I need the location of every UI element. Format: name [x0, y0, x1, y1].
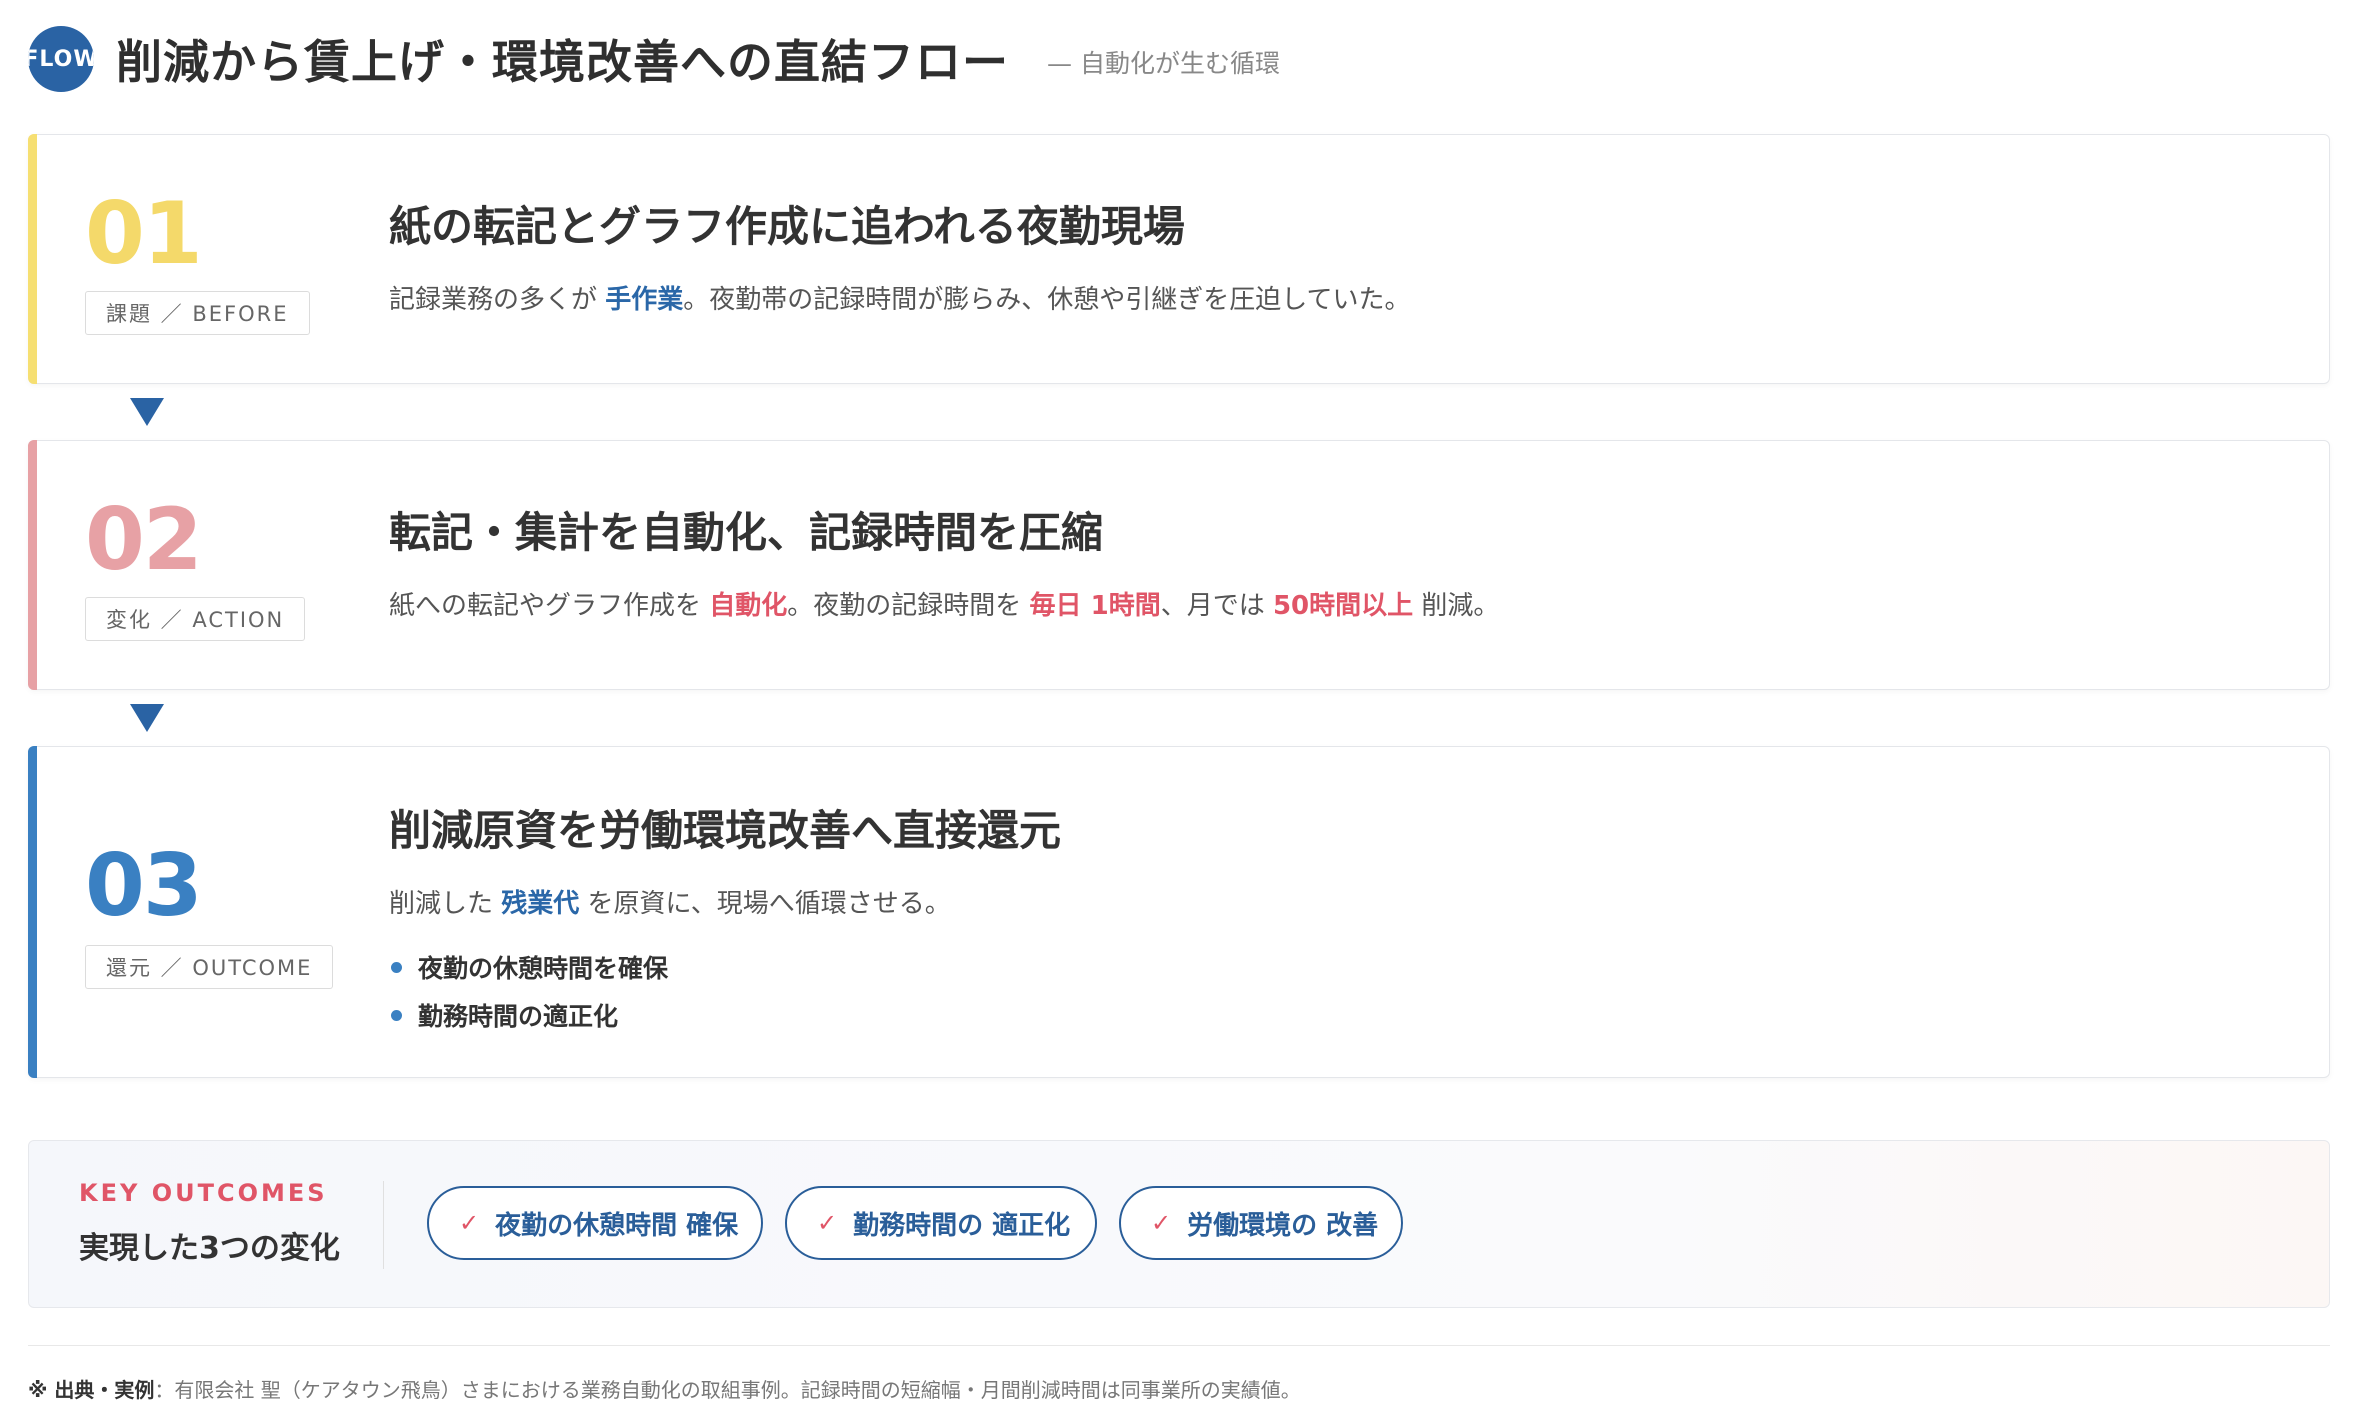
outcome-pill-environment: ✓ 労働環境の 改善	[1119, 1186, 1403, 1260]
bullet-dot-icon	[391, 961, 402, 973]
pill-label: 労働環境の 改善	[1187, 1210, 1379, 1241]
flow-logo: FLOW	[28, 26, 94, 92]
step-card-outcome: 03 還元 ／ OUTCOME 削減原資を労働環境改善へ直接還元 削減した 残業…	[28, 746, 2330, 1078]
footer-divider	[28, 1345, 2330, 1346]
desc-text: 。夜勤帯の記録時間が膨らみ、休憩や引継ぎを圧迫していた。	[683, 285, 1411, 315]
desc-highlight: 残業代	[501, 889, 580, 919]
check-icon: ✓	[817, 1209, 838, 1237]
step-tag: 課題 ／ BEFORE	[85, 291, 310, 335]
outcome-pill-work-hours: ✓ 勤務時間の 適正化	[785, 1186, 1097, 1260]
step-title: 削減原資を労働環境改善へ直接還元	[389, 806, 1062, 855]
source-footnote: ※ 出典・実例：有限会社 聖（ケアタウン飛鳥）さまにおける業務自動化の取組事例。…	[28, 1374, 1301, 1403]
check-icon: ✓	[459, 1209, 480, 1237]
step-title: 紙の転記とグラフ作成に追われる夜勤現場	[389, 202, 1185, 251]
page-subtitle: — 自動化が生む循環	[1047, 49, 1280, 78]
step-title: 転記・集計を自動化、記録時間を圧縮	[389, 508, 1104, 557]
desc-highlight: 毎日 1時間	[1029, 591, 1161, 621]
step-number: 01	[85, 184, 203, 284]
down-arrow-icon	[130, 398, 164, 426]
desc-text: 削減した	[389, 889, 502, 919]
step-description: 削減した 残業代 を原資に、現場へ循環させる。	[389, 883, 951, 920]
footnote-text: ：有限会社 聖（ケアタウン飛鳥）さまにおける業務自動化の取組事例。記録時間の短縮…	[154, 1378, 1301, 1402]
page-header: FLOW 削減から賃上げ・環境改善への直結フロー — 自動化が生む循環	[28, 26, 1280, 92]
desc-text: 紙への転記やグラフ作成を	[389, 591, 710, 621]
step-description: 紙への転記やグラフ作成を 自動化。夜勤の記録時間を 毎日 1時間、月では 50時…	[389, 585, 1499, 622]
list-item: 勤務時間の適正化	[391, 991, 668, 1039]
list-item-text: 勤務時間の適正化	[418, 1002, 619, 1031]
key-outcomes-label: KEY OUTCOMES	[79, 1179, 328, 1207]
list-item-text: 夜勤の休憩時間を確保	[418, 954, 669, 983]
step-tag: 還元 ／ OUTCOME	[85, 945, 334, 989]
step-description: 記録業務の多くが 手作業。夜勤帯の記録時間が膨らみ、休憩や引継ぎを圧迫していた。	[389, 279, 1411, 316]
step-tag: 変化 ／ ACTION	[85, 597, 306, 641]
desc-highlight: 50時間以上	[1272, 591, 1414, 621]
step-accent-bar	[28, 746, 37, 1078]
outcome-bullet-list: 夜勤の休憩時間を確保 勤務時間の適正化	[391, 943, 668, 1039]
desc-text: 。夜勤の記録時間を	[787, 591, 1030, 621]
desc-text: 記録業務の多くが	[389, 285, 606, 315]
key-outcomes-title: 実現した3つの変化	[79, 1231, 340, 1266]
down-arrow-icon	[130, 704, 164, 732]
page-title: 削減から賃上げ・環境改善への直結フロー	[116, 35, 1009, 89]
outcome-pill-break-time: ✓ 夜勤の休憩時間 確保	[427, 1186, 763, 1260]
step-card-action: 02 変化 ／ ACTION 転記・集計を自動化、記録時間を圧縮 紙への転記やグ…	[28, 440, 2330, 690]
desc-text: を原資に、現場へ循環させる。	[579, 889, 951, 919]
list-item: 夜勤の休憩時間を確保	[391, 943, 668, 991]
step-card-before: 01 課題 ／ BEFORE 紙の転記とグラフ作成に追われる夜勤現場 記録業務の…	[28, 134, 2330, 384]
desc-highlight: 自動化	[709, 591, 788, 621]
step-accent-bar	[28, 440, 37, 690]
logo-text: FLOW	[28, 46, 94, 72]
bullet-dot-icon	[391, 1009, 402, 1021]
step-accent-bar	[28, 134, 37, 384]
divider	[383, 1181, 384, 1269]
footnote-label: ※ 出典・実例	[28, 1378, 155, 1402]
desc-text: 削減。	[1413, 591, 1500, 621]
step-number: 03	[85, 836, 203, 936]
desc-text: 、月では	[1160, 591, 1273, 621]
desc-highlight: 手作業	[605, 285, 684, 315]
pill-label: 夜勤の休憩時間 確保	[495, 1210, 739, 1241]
step-number: 02	[85, 490, 203, 590]
key-outcomes-panel: KEY OUTCOMES 実現した3つの変化 ✓ 夜勤の休憩時間 確保 ✓ 勤務時間…	[28, 1140, 2330, 1308]
check-icon: ✓	[1151, 1209, 1172, 1237]
pill-label: 勤務時間の 適正化	[853, 1210, 1071, 1241]
